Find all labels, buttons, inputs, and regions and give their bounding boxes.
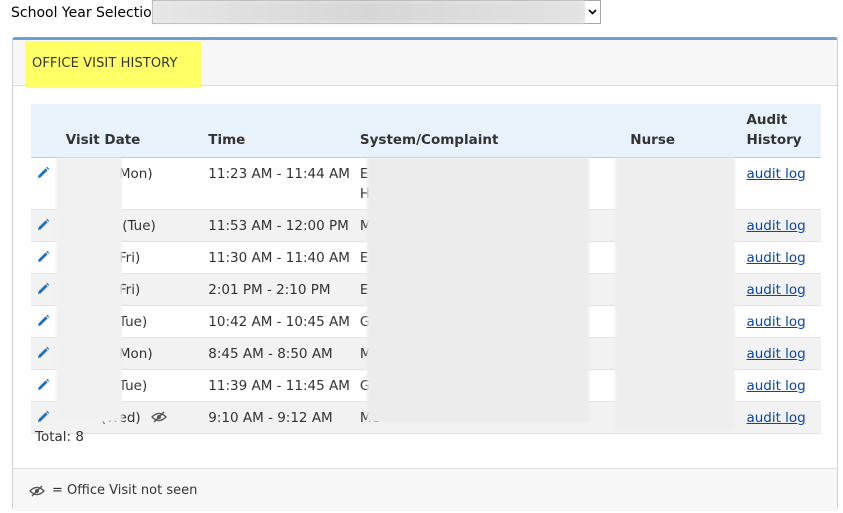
school-year-label: School Year Selection: bbox=[11, 5, 166, 21]
total-count: Total: 8 bbox=[35, 429, 84, 445]
school-year-select[interactable] bbox=[152, 0, 601, 24]
nurse-header: Nurse bbox=[625, 104, 742, 158]
visit-time-cell: 9:10 AM - 9:12 AM bbox=[203, 401, 355, 434]
visit-time-cell: 10:42 AM - 10:45 AM bbox=[203, 305, 355, 338]
legend-text: = Office Visit not seen bbox=[52, 483, 198, 498]
office-visit-panel: OFFICE VISIT HISTORY Visit Date Time Sys… bbox=[12, 37, 838, 511]
audit-cell: audit log bbox=[741, 369, 821, 402]
redacted-complaint-block bbox=[367, 158, 589, 422]
eye-slash-icon bbox=[150, 409, 167, 423]
visit-date-header: Visit Date bbox=[60, 104, 204, 158]
audit-log-link[interactable]: audit log bbox=[746, 250, 805, 266]
panel-header: OFFICE VISIT HISTORY bbox=[13, 40, 837, 88]
audit-cell: audit log bbox=[741, 305, 821, 338]
audit-log-link[interactable]: audit log bbox=[746, 378, 805, 394]
edit-column-header bbox=[31, 104, 61, 158]
eye-slash-icon bbox=[29, 485, 47, 497]
pencil-edit-icon[interactable] bbox=[36, 282, 50, 298]
pencil-edit-icon[interactable] bbox=[36, 250, 50, 266]
pencil-edit-icon[interactable] bbox=[36, 410, 50, 426]
audit-cell: audit log bbox=[741, 273, 821, 306]
visit-time-cell: 11:53 AM - 12:00 PM bbox=[203, 209, 355, 242]
pencil-edit-icon[interactable] bbox=[36, 218, 50, 234]
table-header-row: Visit Date Time System/Complaint Nurse A… bbox=[31, 104, 821, 158]
audit-log-link[interactable]: audit log bbox=[746, 346, 805, 362]
audit-cell: audit log bbox=[741, 241, 821, 274]
chevron-down-icon[interactable] bbox=[585, 1, 600, 23]
school-year-row: School Year Selection: bbox=[11, 4, 165, 24]
audit-cell: audit log bbox=[741, 157, 821, 210]
legend: = Office Visit not seen bbox=[29, 483, 197, 498]
audit-log-link[interactable]: audit log bbox=[746, 314, 805, 330]
redacted-date-block bbox=[56, 158, 122, 422]
visit-time-cell: 2:01 PM - 2:10 PM bbox=[203, 273, 355, 306]
redacted-nurse-block bbox=[615, 158, 735, 430]
time-header: Time bbox=[203, 104, 355, 158]
audit-log-link[interactable]: audit log bbox=[746, 218, 805, 234]
audit-cell: audit log bbox=[741, 337, 821, 370]
audit-log-link[interactable]: audit log bbox=[746, 410, 805, 426]
audit-cell: audit log bbox=[741, 401, 821, 434]
audit-cell: audit log bbox=[741, 209, 821, 242]
pencil-edit-icon[interactable] bbox=[36, 314, 50, 330]
visit-time-cell: 11:23 AM - 11:44 AM bbox=[203, 157, 355, 210]
pencil-edit-icon[interactable] bbox=[36, 346, 50, 362]
audit-log-link[interactable]: audit log bbox=[746, 282, 805, 298]
audit-history-header: Audit History bbox=[741, 104, 821, 158]
visit-time-cell: 11:30 AM - 11:40 AM bbox=[203, 241, 355, 274]
visit-time-cell: 8:45 AM - 8:50 AM bbox=[203, 337, 355, 370]
panel-title: OFFICE VISIT HISTORY bbox=[32, 56, 178, 71]
pencil-edit-icon[interactable] bbox=[36, 166, 50, 182]
complaint-header: System/Complaint bbox=[354, 104, 626, 158]
panel-footer: = Office Visit not seen bbox=[13, 468, 837, 511]
visit-time-cell: 11:39 AM - 11:45 AM bbox=[203, 369, 355, 402]
pencil-edit-icon[interactable] bbox=[36, 378, 50, 394]
audit-log-link[interactable]: audit log bbox=[746, 166, 805, 182]
school-year-value bbox=[153, 1, 585, 23]
